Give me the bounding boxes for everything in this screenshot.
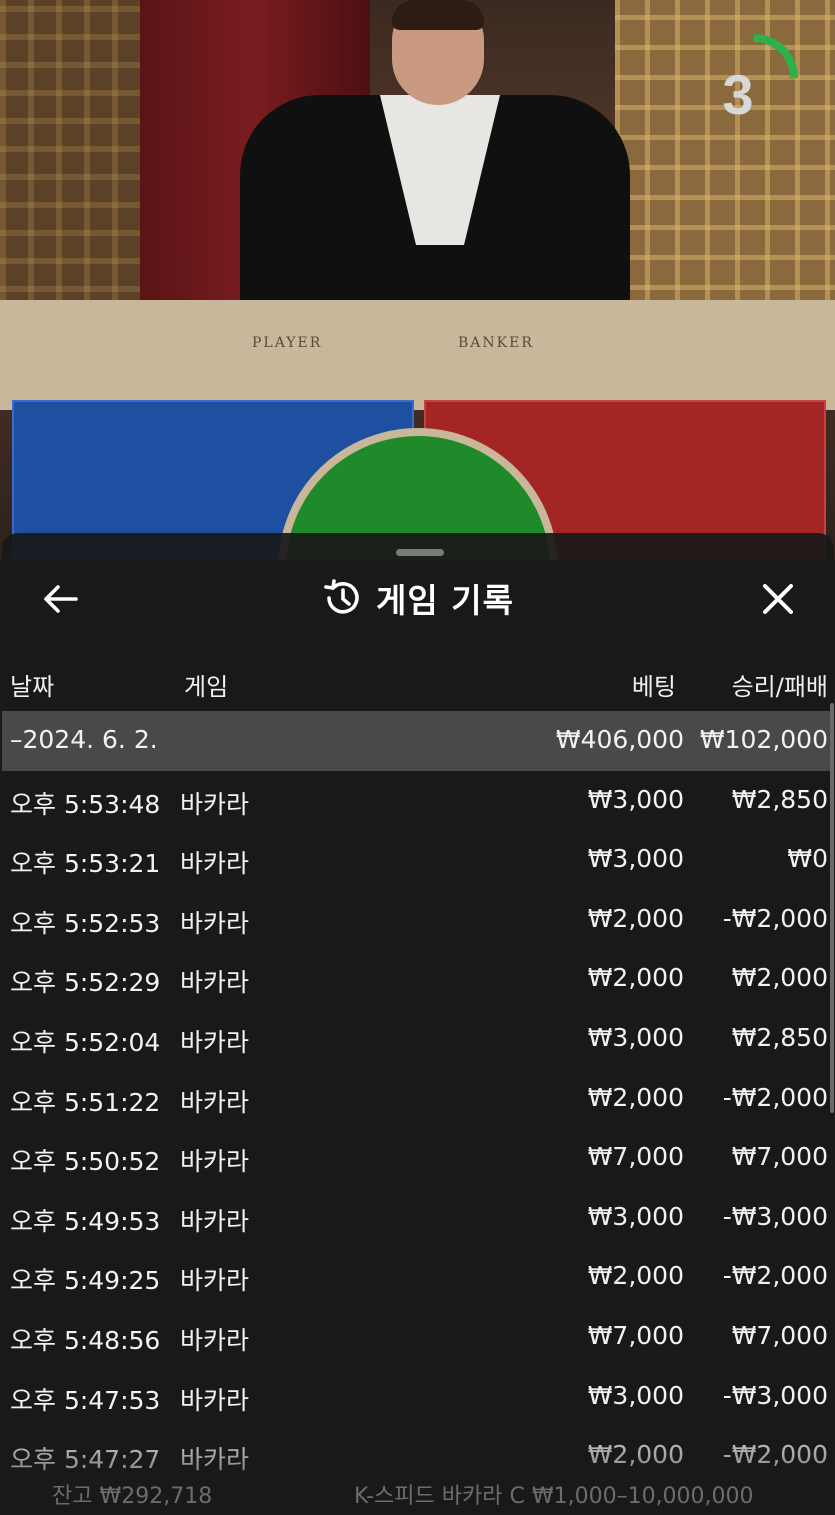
row-game: 바카라 <box>180 908 250 938</box>
column-header-game: 게임 <box>184 673 229 701</box>
live-video-feed: PLAYER BANKER 3 <box>0 0 835 560</box>
baccarat-table <box>0 300 835 410</box>
summary-date: –2024. 6. 2. <box>10 725 158 754</box>
dealer-hair <box>392 0 484 30</box>
row-time: 오후 5:52:29 <box>10 968 161 998</box>
row-bet: ₩2,000 <box>587 963 684 993</box>
row-bet: ₩7,000 <box>587 1320 684 1350</box>
summary-result: ₩102,000 <box>699 725 828 754</box>
row-game: 바카라 <box>180 1027 250 1057</box>
row-bet: ₩2,000 <box>587 903 684 933</box>
table-info-text: K-스피드 바카라 C ₩1,000–10,000,000 <box>354 1484 754 1509</box>
countdown-number: 3 <box>722 63 754 126</box>
row-result: ₩7,000 <box>731 1142 828 1172</box>
scrollbar[interactable] <box>830 703 834 1113</box>
history-row[interactable]: 오후 5:47:53 바카라 ₩3,000 -₩3,000 <box>2 1367 834 1427</box>
row-result: ₩2,850 <box>731 784 828 814</box>
row-bet: ₩3,000 <box>587 844 684 874</box>
row-result: -₩3,000 <box>722 1201 828 1231</box>
panel-title: 게임 기록 <box>376 581 514 620</box>
history-row[interactable]: 오후 5:48:56 바카라 ₩7,000 ₩7,000 <box>2 1307 834 1367</box>
close-button[interactable] <box>754 577 802 621</box>
history-row[interactable]: 오후 5:53:48 바카라 ₩3,000 ₩2,850 <box>2 771 834 831</box>
close-icon <box>763 584 793 614</box>
row-bet: ₩3,000 <box>587 1201 684 1231</box>
row-game: 바카라 <box>180 1206 250 1236</box>
history-row[interactable]: 오후 5:49:53 바카라 ₩3,000 -₩3,000 <box>2 1188 834 1248</box>
row-time: 오후 5:48:56 <box>10 1325 161 1355</box>
history-list[interactable]: –2024. 6. 2. ₩406,000 ₩102,000 오후 5:53:4… <box>2 711 834 1486</box>
row-game: 바카라 <box>180 1445 250 1475</box>
drag-handle[interactable] <box>396 549 444 556</box>
row-result: -₩2,000 <box>722 1082 828 1112</box>
history-row[interactable]: 오후 5:52:53 바카라 ₩2,000 -₩2,000 <box>2 890 834 950</box>
column-header-result: 승리/패배 <box>731 673 828 701</box>
row-time: 오후 5:49:25 <box>10 1266 161 1296</box>
row-result: ₩2,000 <box>731 963 828 993</box>
row-game: 바카라 <box>180 1266 250 1296</box>
row-time: 오후 5:47:53 <box>10 1385 161 1415</box>
row-bet: ₩2,000 <box>587 1082 684 1112</box>
balance-text: 잔고 ₩292,718 <box>52 1484 213 1509</box>
column-header-date: 날짜 <box>10 673 55 701</box>
history-row[interactable]: 오후 5:51:22 바카라 ₩2,000 -₩2,000 <box>2 1069 834 1129</box>
summary-bet: ₩406,000 <box>555 725 684 754</box>
row-time: 오후 5:52:04 <box>10 1027 161 1057</box>
row-game: 바카라 <box>180 849 250 879</box>
row-result: -₩2,000 <box>722 1440 828 1470</box>
row-result: -₩2,000 <box>722 1261 828 1291</box>
row-bet: ₩3,000 <box>587 1380 684 1410</box>
row-result: ₩7,000 <box>731 1320 828 1350</box>
row-result: -₩2,000 <box>722 903 828 933</box>
row-result: ₩0 <box>787 844 828 874</box>
lattice-wall-left <box>0 0 150 320</box>
row-result: ₩2,850 <box>731 1022 828 1052</box>
row-time: 오후 5:53:48 <box>10 789 161 819</box>
row-time: 오후 5:53:21 <box>10 849 161 879</box>
row-game: 바카라 <box>180 968 250 998</box>
history-row[interactable]: 오후 5:53:21 바카라 ₩3,000 ₩0 <box>2 830 834 890</box>
row-time: 오후 5:50:52 <box>10 1147 161 1177</box>
row-bet: ₩3,000 <box>587 784 684 814</box>
history-row[interactable]: 오후 5:49:25 바카라 ₩2,000 -₩2,000 <box>2 1247 834 1307</box>
row-bet: ₩2,000 <box>587 1261 684 1291</box>
row-bet: ₩3,000 <box>587 1022 684 1052</box>
row-game: 바카라 <box>180 789 250 819</box>
row-time: 오후 5:51:22 <box>10 1087 161 1117</box>
history-row[interactable]: 오후 5:47:27 바카라 ₩2,000 -₩2,000 <box>2 1426 834 1486</box>
history-clock-icon <box>324 579 359 614</box>
date-summary-row[interactable]: –2024. 6. 2. ₩406,000 ₩102,000 <box>2 711 834 771</box>
row-time: 오후 5:52:53 <box>10 908 161 938</box>
row-game: 바카라 <box>180 1385 250 1415</box>
history-row[interactable]: 오후 5:52:04 바카라 ₩3,000 ₩2,850 <box>2 1009 834 1069</box>
row-bet: ₩7,000 <box>587 1142 684 1172</box>
column-header-bet: 베팅 <box>631 673 676 701</box>
row-time: 오후 5:47:27 <box>10 1445 161 1475</box>
row-game: 바카라 <box>180 1147 250 1177</box>
table-banker-label: BANKER <box>458 335 534 351</box>
game-history-panel: 게임 기록 날짜 게임 베팅 승리/패배 –2024. 6. 2. ₩406,0… <box>2 533 834 1515</box>
history-row[interactable]: 오후 5:50:52 바카라 ₩7,000 ₩7,000 <box>2 1128 834 1188</box>
table-player-label: PLAYER <box>252 335 323 351</box>
row-game: 바카라 <box>180 1325 250 1355</box>
row-time: 오후 5:49:53 <box>10 1206 161 1236</box>
row-game: 바카라 <box>180 1087 250 1117</box>
row-result: -₩3,000 <box>722 1380 828 1410</box>
history-row[interactable]: 오후 5:52:29 바카라 ₩2,000 ₩2,000 <box>2 949 834 1009</box>
row-bet: ₩2,000 <box>587 1440 684 1470</box>
